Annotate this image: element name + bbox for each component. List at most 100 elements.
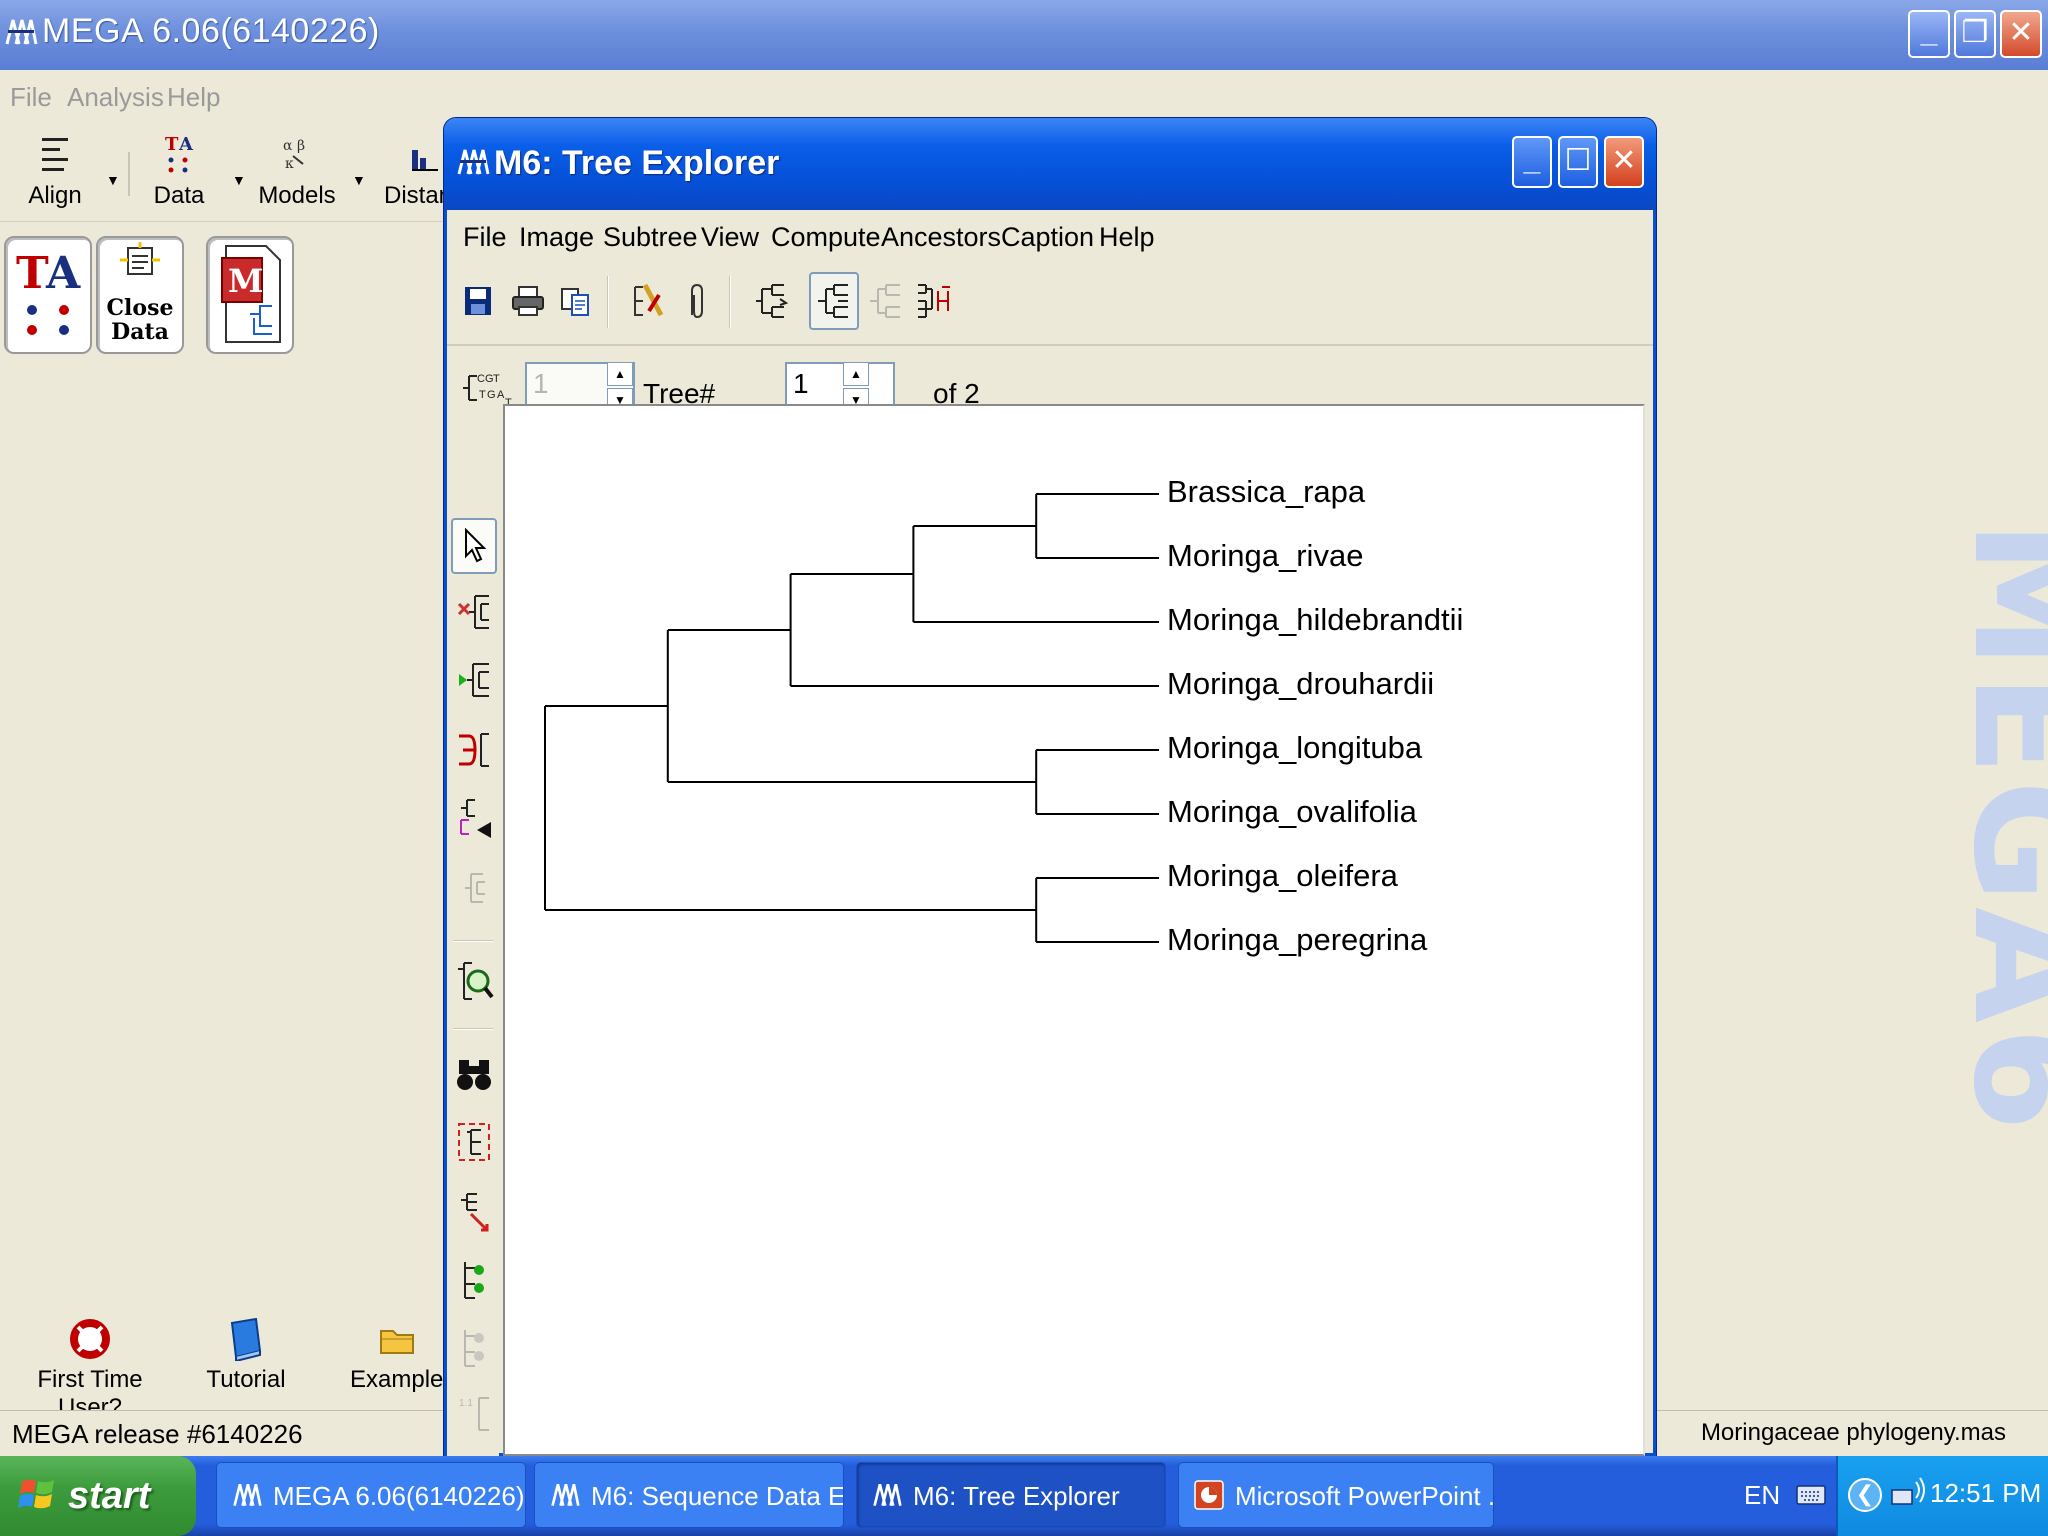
keyboard-icon[interactable]	[1796, 1482, 1826, 1508]
minimize-button[interactable]: _	[1908, 10, 1950, 58]
models-button[interactable]: α β κ Models	[242, 128, 352, 218]
tree-menu-compute[interactable]: Compute	[771, 222, 881, 253]
node-info-button[interactable]	[451, 1252, 497, 1308]
start-button[interactable]: start	[0, 1456, 196, 1536]
expand-subtree-button[interactable]	[451, 860, 497, 916]
tree-menu-caption[interactable]: Caption	[1001, 222, 1094, 253]
scale-bar-icon: 1.1	[459, 1397, 489, 1431]
data-button[interactable]: T A Data	[124, 128, 234, 218]
menu-analysis[interactable]: Analysis	[67, 82, 164, 113]
save-icon	[465, 287, 491, 315]
menu-help[interactable]: Help	[167, 82, 220, 113]
tree-menu-view[interactable]: View	[701, 222, 759, 253]
taxon-label[interactable]: Moringa_oleifera	[1167, 858, 1398, 894]
straight-tree-button[interactable]	[861, 272, 911, 330]
mega-document-button[interactable]: M	[206, 236, 294, 354]
taxon-label[interactable]: Moringa_hildebrandtii	[1167, 602, 1463, 638]
svg-text:T: T	[16, 248, 49, 299]
tutorial-link[interactable]: Tutorial	[196, 1312, 296, 1394]
phylogenetic-tree	[544, 493, 1159, 943]
distance-label: Distanc	[384, 182, 444, 209]
flip-subtree-icon	[457, 595, 489, 629]
subtree-search-button[interactable]	[451, 954, 497, 1010]
tree-close-button[interactable]: ✕	[1604, 136, 1644, 188]
resize-tree-button[interactable]	[451, 1184, 497, 1240]
minimize-icon: _	[1920, 16, 1938, 49]
taxon-label[interactable]: Moringa_ovalifolia	[1167, 794, 1417, 830]
swap-subtree-button[interactable]	[451, 722, 497, 778]
taxon-label[interactable]: Moringa_drouhardii	[1167, 666, 1434, 702]
windows-logo-icon	[18, 1479, 54, 1509]
tree-explorer-title-bar[interactable]: M6: Tree Explorer _ ☐ ✕	[444, 118, 1656, 210]
ta-button[interactable]: T A	[4, 236, 92, 354]
compress-subtree-button[interactable]	[451, 790, 497, 846]
taxon-label[interactable]: Brassica_rapa	[1167, 474, 1365, 510]
tree-number-up[interactable]: ▲	[843, 362, 869, 386]
align-icon	[42, 138, 68, 171]
close-data-button[interactable]: Close Data	[96, 236, 184, 354]
main-window-title: MEGA 6.06(6140226)	[42, 12, 380, 50]
taskbar-item-tree-explorer[interactable]: M6: Tree Explorer	[856, 1462, 1166, 1528]
release-status: MEGA release #6140226	[12, 1419, 303, 1449]
first-time-user-link[interactable]: First Time User?	[8, 1312, 172, 1422]
branch-info-button[interactable]	[451, 1320, 497, 1376]
models-dropdown-icon[interactable]: ▼	[352, 172, 366, 188]
tree-branches	[544, 493, 1159, 943]
node-number-value: 1	[533, 368, 549, 399]
circle-tree-button[interactable]	[909, 272, 959, 330]
svg-text:T: T	[493, 373, 500, 385]
taskbar-item-label: M6: Tree Explorer	[913, 1481, 1120, 1511]
tree-options-button[interactable]	[623, 272, 673, 330]
tree-menu-file[interactable]: File	[463, 222, 507, 253]
tree-layout-icon	[756, 284, 788, 318]
tree-layout-button[interactable]	[745, 272, 795, 330]
svg-text:G: G	[487, 389, 496, 401]
show-hidden-icons-button[interactable]: ❮	[1848, 1478, 1882, 1512]
distance-button[interactable]: Distanc	[370, 128, 444, 218]
language-indicator[interactable]: EN	[1744, 1480, 1780, 1511]
select-tool-button[interactable]	[451, 518, 497, 574]
align-button[interactable]: Align	[0, 128, 110, 218]
fit-tree-button[interactable]	[451, 1114, 497, 1170]
taxon-label[interactable]: Moringa_peregrina	[1167, 922, 1427, 958]
print-tree-button[interactable]	[503, 272, 553, 330]
align-dropdown-icon[interactable]: ▼	[106, 172, 120, 188]
flip-subtree-button[interactable]	[451, 584, 497, 640]
lifebuoy-icon	[70, 1319, 110, 1359]
save-tree-button[interactable]	[453, 272, 503, 330]
mega6-watermark: MEGA6	[1940, 520, 2048, 1136]
system-tray: ❮ 12:51 PM	[1836, 1456, 2048, 1536]
main-title-bar[interactable]: MEGA 6.06(6140226) _ ❐ ✕	[0, 0, 2048, 70]
scale-bar-button[interactable]: 1.1	[451, 1386, 497, 1442]
close-button[interactable]: ✕	[2000, 10, 2042, 58]
find-taxon-button[interactable]	[451, 1046, 497, 1102]
copy-tree-button[interactable]	[551, 272, 601, 330]
clock[interactable]: 12:51 PM	[1930, 1478, 2041, 1509]
network-icon[interactable]	[1890, 1476, 1930, 1512]
root-on-branch-button[interactable]	[451, 652, 497, 708]
clip-tree-button[interactable]	[671, 272, 721, 330]
taxon-label[interactable]: Moringa_rivae	[1167, 538, 1363, 574]
taskbar-item-mega[interactable]: MEGA 6.06(6140226)	[216, 1462, 526, 1528]
tree-menu-image[interactable]: Image	[519, 222, 594, 253]
tree-canvas[interactable]: Brassica_rapa Moringa_rivae Moringa_hildeb…	[503, 404, 1645, 1456]
tree-menu-subtree[interactable]: Subtree	[603, 222, 698, 253]
taskbar-item-sequence-data[interactable]: M6: Sequence Data E...	[534, 1462, 844, 1528]
tree-number-value: 1	[793, 368, 809, 399]
tree-menu-ancestors[interactable]: Ancestors	[881, 222, 1001, 253]
taskbar-item-label: M6: Sequence Data E...	[591, 1481, 844, 1511]
tree-explorer-window[interactable]: M6: Tree Explorer _ ☐ ✕ File Image Subtr…	[444, 118, 1656, 1456]
restore-button[interactable]: ❐	[1954, 10, 1996, 58]
tree-menu-help[interactable]: Help	[1099, 222, 1155, 253]
taxon-label[interactable]: Moringa_longituba	[1167, 730, 1422, 766]
examples-link[interactable]: Examples	[350, 1312, 455, 1394]
mega-app-icon	[873, 1484, 902, 1506]
data-label: Data	[153, 182, 205, 209]
spin-up-icon: ▲	[614, 367, 626, 381]
taskbar-item-powerpoint[interactable]: Microsoft PowerPoint ...	[1178, 1462, 1494, 1528]
tree-minimize-button[interactable]: _	[1512, 136, 1552, 188]
rectangular-tree-button[interactable]	[809, 272, 859, 330]
menu-file[interactable]: File	[10, 82, 52, 113]
node-number-up[interactable]: ▲	[607, 362, 633, 386]
tree-maximize-button[interactable]: ☐	[1558, 136, 1598, 188]
